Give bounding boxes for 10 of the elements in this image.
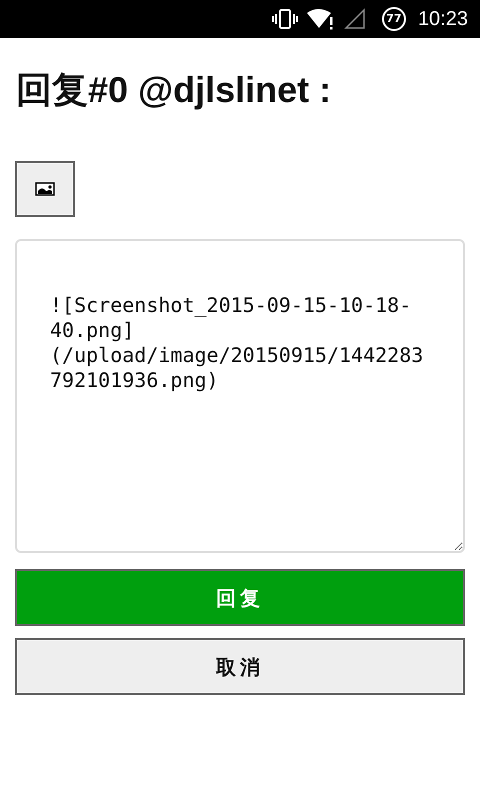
insert-image-button[interactable] — [15, 161, 75, 218]
cancel-button[interactable]: 取消 — [15, 638, 465, 696]
battery-indicator: 77 — [382, 7, 406, 31]
image-icon — [35, 182, 55, 196]
reply-text-area[interactable]: ![Screenshot_2015-09-15-10-18-40.png](/upload/image/20150915/1442283792101936.png) — [15, 239, 465, 554]
page-title: 回复#0 @djlslinet : — [16, 68, 332, 112]
clock: 10:23 — [418, 7, 468, 32]
vibrate-icon — [272, 9, 298, 29]
signal-icon — [344, 8, 366, 30]
reply-button[interactable]: 回复 — [15, 569, 465, 626]
